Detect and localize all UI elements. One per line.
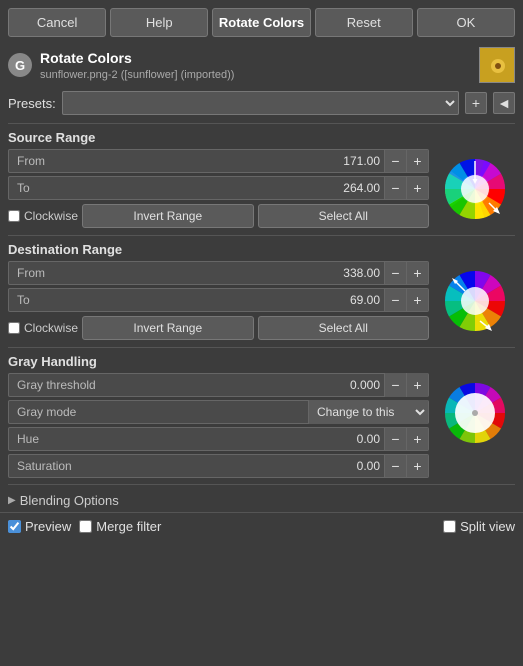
dialog-subtitle: sunflower.png-2 ([sunflower] (imported)) [40, 69, 234, 81]
presets-add-button[interactable]: + [465, 92, 487, 114]
dialog-title: Rotate Colors [40, 50, 234, 66]
source-to-value: 264.00 [343, 181, 384, 195]
source-clockwise-check[interactable]: Clockwise [8, 209, 78, 223]
gray-handling-title: Gray Handling [8, 354, 515, 369]
source-clockwise-label: Clockwise [24, 209, 78, 223]
dest-from-plus[interactable]: + [406, 261, 428, 285]
gray-mode-label: Gray mode [9, 405, 308, 419]
gray-sat-row: Saturation 0.00 − + [8, 454, 429, 478]
source-color-wheel [435, 149, 515, 229]
title-text: Rotate Colors sunflower.png-2 ([sunflowe… [40, 50, 234, 81]
gray-hue-label: Hue [9, 432, 59, 446]
preview-checkbox[interactable] [8, 520, 21, 533]
bottom-bar: Preview Merge filter Split view [0, 512, 523, 540]
source-from-label: From [9, 154, 59, 168]
gray-threshold-plus[interactable]: + [406, 373, 428, 397]
divider-2 [8, 235, 515, 236]
destination-range-title: Destination Range [8, 242, 515, 257]
source-to-label: To [9, 181, 59, 195]
source-to-minus[interactable]: − [384, 176, 406, 200]
cancel-button[interactable]: Cancel [8, 8, 106, 37]
gray-threshold-label: Gray threshold [9, 378, 350, 392]
destination-range-section: Destination Range From 338.00 − + To 69.… [0, 238, 523, 345]
gray-sat-plus[interactable]: + [406, 454, 428, 478]
preview-label: Preview [25, 519, 71, 534]
help-button[interactable]: Help [110, 8, 208, 37]
divider-1 [8, 123, 515, 124]
source-invert-range-button[interactable]: Invert Range [82, 204, 254, 228]
gray-threshold-row: Gray threshold 0.000 − + [8, 373, 429, 397]
dest-to-plus[interactable]: + [406, 288, 428, 312]
blending-section: ▶ Blending Options [0, 487, 523, 512]
toolbar: Cancel Help Rotate Colors Reset OK [0, 0, 523, 43]
source-range-controls: From 171.00 − + To 264.00 − + Clockwise [8, 149, 429, 229]
divider-4 [8, 484, 515, 485]
presets-label: Presets: [8, 96, 56, 111]
gray-hue-plus[interactable]: + [406, 427, 428, 451]
dest-from-value: 338.00 [343, 266, 384, 280]
rotate-colors-button[interactable]: Rotate Colors [212, 8, 310, 37]
image-thumbnail [479, 47, 515, 83]
presets-remove-button[interactable]: ◄ [493, 92, 515, 114]
ok-button[interactable]: OK [417, 8, 515, 37]
dest-to-minus[interactable]: − [384, 288, 406, 312]
dest-from-label: From [9, 266, 59, 280]
source-from-plus[interactable]: + [406, 149, 428, 173]
source-select-all-button[interactable]: Select All [258, 204, 430, 228]
dest-to-label: To [9, 293, 59, 307]
gray-mode-select[interactable]: Change to this Keep unchanged Set to gra… [308, 400, 428, 424]
destination-range-controls: From 338.00 − + To 69.00 − + Clockwise [8, 261, 429, 341]
dest-to-value: 69.00 [350, 293, 384, 307]
source-to-plus[interactable]: + [406, 176, 428, 200]
blending-options-label: Blending Options [20, 493, 119, 508]
gray-sat-minus[interactable]: − [384, 454, 406, 478]
blending-expand-icon: ▶ [8, 495, 16, 506]
gray-threshold-value: 0.000 [350, 378, 384, 392]
source-clockwise-checkbox[interactable] [8, 210, 20, 222]
preview-check[interactable]: Preview [8, 519, 71, 534]
split-label: Split view [460, 519, 515, 534]
source-from-row: From 171.00 − + [8, 149, 429, 173]
gray-hue-value: 0.00 [357, 432, 384, 446]
destination-color-wheel [435, 261, 515, 341]
presets-row: Presets: + ◄ [0, 89, 523, 121]
dest-from-minus[interactable]: − [384, 261, 406, 285]
dest-select-all-button[interactable]: Select All [258, 316, 430, 340]
gray-threshold-minus[interactable]: − [384, 373, 406, 397]
source-options-row: Clockwise Invert Range Select All [8, 203, 429, 229]
gray-sat-label: Saturation [9, 459, 80, 473]
dest-invert-range-button[interactable]: Invert Range [82, 316, 254, 340]
source-from-value: 171.00 [343, 154, 384, 168]
gray-hue-row: Hue 0.00 − + [8, 427, 429, 451]
dest-to-row: To 69.00 − + [8, 288, 429, 312]
gray-color-wheel [435, 373, 515, 453]
dest-from-row: From 338.00 − + [8, 261, 429, 285]
dest-options-row: Clockwise Invert Range Select All [8, 315, 429, 341]
dest-clockwise-label: Clockwise [24, 321, 78, 335]
dest-clockwise-check[interactable]: Clockwise [8, 321, 78, 335]
divider-3 [8, 347, 515, 348]
merge-label: Merge filter [96, 519, 161, 534]
blending-options-row[interactable]: ▶ Blending Options [8, 493, 515, 508]
gray-handling-section: Gray Handling Gray threshold 0.000 − + G… [0, 350, 523, 482]
reset-button[interactable]: Reset [315, 8, 413, 37]
dest-clockwise-checkbox[interactable] [8, 322, 20, 334]
source-from-minus[interactable]: − [384, 149, 406, 173]
gray-sat-value: 0.00 [357, 459, 384, 473]
merge-check[interactable]: Merge filter [79, 519, 161, 534]
source-range-section: Source Range From 171.00 − + To 264.00 −… [0, 126, 523, 233]
presets-select[interactable] [62, 91, 459, 115]
split-checkbox[interactable] [443, 520, 456, 533]
title-bar: G Rotate Colors sunflower.png-2 ([sunflo… [0, 43, 523, 89]
source-to-row: To 264.00 − + [8, 176, 429, 200]
app-icon: G [8, 53, 32, 77]
gray-mode-row: Gray mode Change to this Keep unchanged … [8, 400, 429, 424]
gray-hue-minus[interactable]: − [384, 427, 406, 451]
source-range-title: Source Range [8, 130, 515, 145]
split-check[interactable]: Split view [443, 519, 515, 534]
merge-checkbox[interactable] [79, 520, 92, 533]
